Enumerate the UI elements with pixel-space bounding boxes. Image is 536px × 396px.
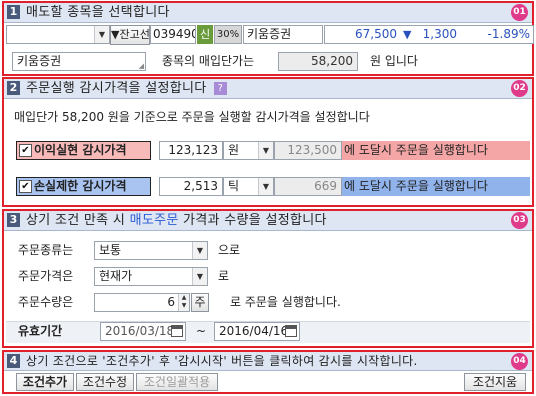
checkbox-icon: ✔ (19, 144, 32, 157)
date-from-picker[interactable]: 2016/03/18 (100, 322, 186, 341)
section-watch-price: 2 주문실행 감시가격을 설정합니다 ? 02 매입단가 58,200 원을 기… (2, 77, 534, 207)
section-order-settings: 3 상기 조건 만족 시 매도주문 가격과 수량을 설정합니다 03 주문종류는… (2, 209, 534, 348)
delete-condition-button[interactable]: 조건지움 (464, 373, 526, 391)
down-arrow-icon: ▼ (403, 28, 412, 41)
section-badge: 04 (511, 353, 528, 370)
avg-price-label: 종목의 매입단가는 (162, 54, 255, 68)
stop-message: 에 도달시 주문을 실행합니다 (342, 177, 530, 196)
profit-computed-price: 123,500 (274, 141, 342, 160)
order-type-select[interactable]: 보통 ▼ (94, 241, 208, 260)
date-range-tilde: ~ (196, 324, 207, 338)
section-header: 3 상기 조건 만족 시 매도주문 가격과 수량을 설정합니다 03 (4, 211, 532, 231)
chevron-down-icon: ▼ (258, 142, 273, 159)
resize-grip-icon: ◢ (138, 62, 144, 70)
section-select-stock: 1 매도할 종목을 선택합니다 01 ▼ ▼잔고선택 039490 신 30% … (2, 1, 534, 76)
margin-tag: 30% (214, 25, 242, 44)
chevron-down-icon: ▼ (94, 26, 109, 43)
section-number: 1 (7, 5, 20, 19)
date-to-picker[interactable]: 2016/04/16 (214, 322, 300, 341)
avg-price-field: 58,200 (278, 52, 358, 71)
quote-display: 67,500 ▼ 1,300 -1.89% (324, 25, 534, 44)
account-dropdown[interactable]: ▼ (6, 25, 110, 44)
price-change: 1,300 (422, 27, 457, 41)
section-title: 매도할 종목을 선택합니다 (26, 5, 170, 20)
section-description: 상기 조건으로 '조건추가' 후 '감시시작' 버튼을 클릭하여 감시를 시작합… (26, 354, 418, 368)
credit-tag: 신 (197, 25, 213, 44)
stock-search-field[interactable]: 키움증권 ◢ (12, 52, 146, 71)
section-badge: 01 (511, 4, 528, 21)
section-badge: 02 (511, 80, 528, 97)
section-header: 1 매도할 종목을 선택합니다 01 (4, 3, 532, 23)
section-badge: 03 (511, 212, 528, 229)
period-label: 유효기간 (18, 324, 63, 338)
stock-name-field[interactable]: 키움증권 (243, 25, 323, 44)
order-price-label: 주문가격은 (18, 269, 74, 283)
section-title: 주문실행 감시가격을 설정합니다 ? (26, 80, 227, 97)
profit-unit-select[interactable]: 원 ▼ (223, 141, 274, 160)
profit-watch-toggle[interactable]: ✔ 이익실현 감시가격 (16, 141, 151, 160)
order-type-suffix: 으로 (218, 243, 241, 257)
order-price-suffix: 로 (218, 269, 230, 283)
chevron-down-icon: ▼ (192, 268, 207, 285)
qty-unit-button[interactable]: 주 (191, 293, 209, 312)
add-condition-button[interactable]: 조건추가 (16, 373, 74, 391)
section-header: 4 상기 조건으로 '조건추가' 후 '감시시작' 버튼을 클릭하여 감시를 시… (4, 352, 532, 371)
stop-watch-toggle[interactable]: ✔ 손실제한 감시가격 (16, 177, 151, 196)
order-qty-label: 주문수량은 (18, 295, 74, 309)
section-number: 2 (7, 81, 20, 95)
watch-description: 매입단가 58,200 원을 기준으로 주문을 실행할 감시가격을 설정합니다 (14, 110, 370, 124)
order-qty-suffix: 로 주문을 실행합니다. (230, 295, 341, 309)
order-price-select[interactable]: 현재가 ▼ (94, 267, 208, 286)
bulk-apply-button[interactable]: 조건일괄적용 (136, 373, 218, 391)
current-price: 67,500 (355, 27, 397, 41)
help-icon[interactable]: ? (213, 82, 227, 95)
change-rate: -1.89% (487, 27, 530, 41)
chevron-down-icon: ▼ (258, 178, 273, 195)
stop-computed-price: 669 (274, 177, 342, 196)
section-number: 4 (7, 354, 20, 368)
order-type-label: 주문종류는 (18, 243, 74, 257)
profit-watch-input[interactable]: 123,123 (159, 141, 223, 160)
calendar-icon[interactable] (171, 325, 183, 337)
holdings-select-button[interactable]: ▼잔고선택 (110, 25, 160, 45)
section-title: 상기 조건 만족 시 매도주문 가격과 수량을 설정합니다 (26, 213, 327, 228)
calendar-icon[interactable] (285, 325, 297, 337)
chevron-down-icon: ▼ (192, 242, 207, 259)
section-number: 3 (7, 213, 20, 227)
stop-watch-input[interactable]: 2,513 (159, 177, 223, 196)
section-header: 2 주문실행 감시가격을 설정합니다 ? 02 (4, 79, 532, 99)
profit-message: 에 도달시 주문을 실행합니다 (342, 141, 530, 160)
spin-arrows-icon[interactable]: ▲ ▼ (178, 294, 189, 311)
checkbox-icon: ✔ (19, 180, 32, 193)
stop-unit-select[interactable]: 틱 ▼ (223, 177, 274, 196)
stock-code-field[interactable]: 039490 (150, 25, 196, 44)
section-start-watch: 4 상기 조건으로 '조건추가' 후 '감시시작' 버튼을 클릭하여 감시를 시… (2, 350, 534, 394)
avg-price-suffix: 원 입니다 (370, 54, 418, 68)
edit-condition-button[interactable]: 조건수정 (76, 373, 134, 391)
order-qty-input[interactable]: 6 ▲ ▼ (94, 293, 190, 312)
